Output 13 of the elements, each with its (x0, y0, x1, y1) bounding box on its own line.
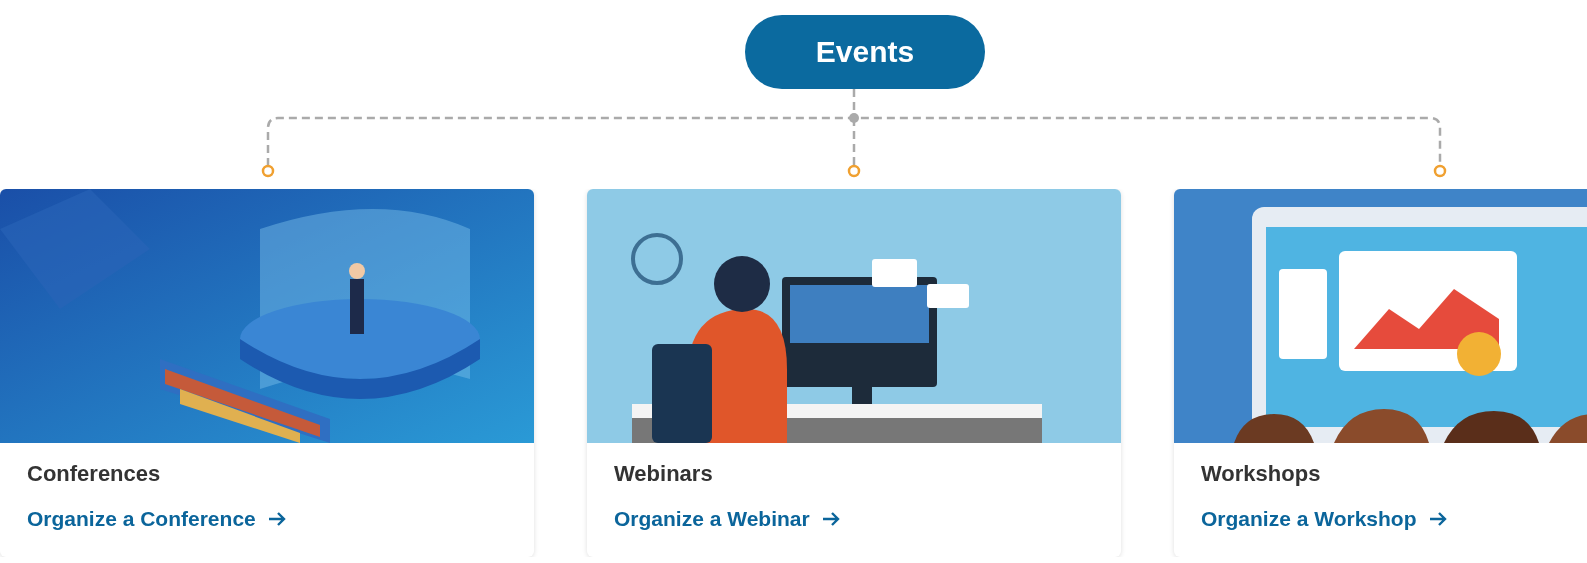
card-title: Workshops (1201, 461, 1321, 487)
organize-link[interactable]: Organize a Workshop (1201, 506, 1447, 532)
events-title: Events (745, 15, 985, 89)
organize-link[interactable]: Organize a Conference (27, 506, 286, 532)
connector-node-icon (1433, 164, 1447, 178)
arrow-icon (1428, 512, 1447, 526)
connector-node-icon (261, 164, 275, 178)
connector-node-icon (847, 164, 861, 178)
card-title: Webinars (614, 461, 713, 487)
arrow-icon (267, 512, 286, 526)
organize-link[interactable]: Organize a Webinar (614, 506, 840, 532)
card-title: Conferences (27, 461, 161, 487)
arrow-icon (821, 512, 840, 526)
